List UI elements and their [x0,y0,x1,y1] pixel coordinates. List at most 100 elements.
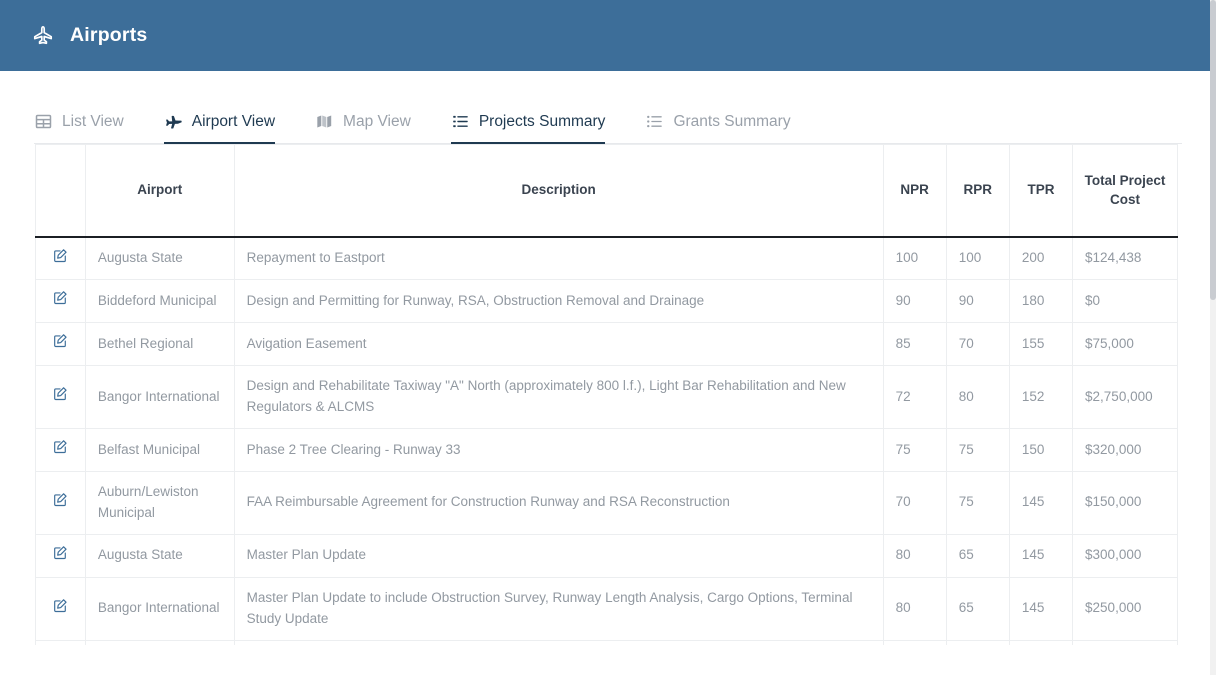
cell-airport: Auburn/Lewiston Municipal [84,471,235,535]
cell-npr: 100 [882,236,947,281]
table-row[interactable]: Augusta State Master Plan Update 80 65 145 $3… [35,534,1178,578]
page-scrollbar[interactable] [1210,0,1216,675]
column-header-rpr: RPR [945,144,1010,238]
table-row[interactable]: Bethel Regional Avigation Easement 85 70 155… [35,322,1178,367]
tab-bar-wrapper: List View Airport View Map View Projects… [0,71,1216,144]
cell-total-project-cost: $320,000 [1072,428,1178,473]
cell-tpr: 145 [1008,471,1074,535]
row-edit-cell[interactable] [35,279,86,324]
table-row[interactable]: Bangor International Master Plan Update t… [35,577,1178,641]
column-header-description: Description [233,144,884,238]
cell-airport: Biddeford Municipal [84,279,235,324]
cell-npr: 75 [882,428,947,473]
table-row[interactable]: Biddeford Municipal Design and Permitting… [35,279,1178,324]
tab-bar: List View Airport View Map View Projects… [34,71,1182,144]
cell-npr: 72 [882,365,947,430]
cell-airport: Augusta State [84,534,235,578]
cell-total-project-cost: $250,000 [1072,577,1178,641]
table-row[interactable]: Bethel RegionalRepayment to Eastport8060… [35,640,1178,645]
column-header-airport: Airport [84,144,235,238]
table-row[interactable]: Auburn/Lewiston Municipal FAA Reimbursabl… [35,471,1178,535]
edit-pencil-icon[interactable] [53,492,68,507]
cell-total-project-cost: $124,438 [1072,236,1178,281]
edit-pencil-icon[interactable] [53,290,68,305]
cell-rpr: 100 [945,236,1010,281]
tab-list-view[interactable]: List View [34,112,124,144]
cell-npr: 80 [882,534,947,578]
cell-total-project-cost: $2,750,000 [1072,365,1178,430]
cell-tpr: 200 [1008,236,1074,281]
scrollbar-thumb[interactable] [1210,0,1216,300]
column-header-tpr: TPR [1008,144,1074,238]
cell-total-project-cost: $75,000 [1072,322,1178,367]
tab-projects-summary[interactable]: Projects Summary [450,112,606,144]
cell-total-project-cost: $300,000 [1072,534,1178,578]
cell-description: Phase 2 Tree Clearing - Runway 33 [233,428,884,473]
tab-map-view[interactable]: Map View [315,112,411,144]
edit-pencil-icon[interactable] [53,545,68,560]
table-head: Airport Description NPR RPR TPR Total Pr… [35,144,1178,238]
table-row[interactable]: Belfast Municipal Phase 2 Tree Clearing -… [35,428,1178,473]
cell-rpr: 65 [945,534,1010,578]
edit-pencil-icon[interactable] [53,248,68,263]
cell-tpr: 180 [1008,279,1074,324]
cell-tpr: 152 [1008,365,1074,430]
folded-map-icon [315,112,334,131]
tab-label: Map View [343,112,411,130]
cell-airport: Bethel Regional [84,322,235,367]
cell-description: FAA Reimbursable Agreement for Construct… [233,471,884,535]
cell-tpr: 145 [1008,577,1074,641]
row-edit-cell[interactable] [35,236,86,281]
airplane-icon [164,112,183,131]
cell-description: Repayment to Eastport [233,640,884,645]
row-edit-cell[interactable] [35,322,86,367]
tab-label: Projects Summary [478,112,606,130]
table-row[interactable]: Bangor International Design and Rehabilit… [35,365,1178,430]
list-bars-icon [451,112,470,131]
table-body: Augusta State Repayment to Eastport 100 100… [35,236,1178,645]
row-edit-cell[interactable] [35,577,86,641]
edit-pencil-icon[interactable] [53,333,68,348]
tab-label: Airport View [191,112,276,130]
column-header-npr: NPR [882,144,947,238]
cell-description: Design and Rehabilitate Taxiway "A" Nort… [233,365,884,430]
edit-pencil-icon[interactable] [53,598,68,613]
cell-airport: Belfast Municipal [84,428,235,473]
cell-airport: Bangor International [84,577,235,641]
edit-pencil-icon[interactable] [53,439,68,454]
cell-total-project-cost: $0 [1072,279,1178,324]
cell-airport: Augusta State [84,236,235,281]
row-edit-cell[interactable] [35,640,86,645]
cell-total-project-cost: $68,268 [1072,640,1178,645]
projects-table-scroll[interactable]: Airport Description NPR RPR TPR Total Pr… [0,144,1216,645]
cell-description: Design and Permitting for Runway, RSA, O… [233,279,884,324]
row-edit-cell[interactable] [35,365,86,430]
tab-airport-view[interactable]: Airport View [163,112,276,144]
cell-rpr: 65 [945,577,1010,641]
cell-npr: 70 [882,471,947,535]
cell-description: Avigation Easement [233,322,884,367]
table-header-row: Airport Description NPR RPR TPR Total Pr… [35,144,1178,238]
cell-airport: Bangor International [84,365,235,430]
cell-rpr: 75 [945,471,1010,535]
cell-description: Repayment to Eastport [233,236,884,281]
cell-npr: 90 [882,279,947,324]
app-header: Airports [0,0,1216,71]
row-edit-cell[interactable] [35,534,86,578]
list-dots-icon [645,112,664,131]
tab-label: Grants Summary [673,112,791,130]
edit-pencil-icon[interactable] [53,386,68,401]
cell-description: Master Plan Update to include Obstructio… [233,577,884,641]
cell-description: Master Plan Update [233,534,884,578]
airplane-up-icon [30,23,56,49]
cell-rpr: 75 [945,428,1010,473]
cell-tpr: 155 [1008,322,1074,367]
cell-rpr: 80 [945,365,1010,430]
table-row[interactable]: Augusta State Repayment to Eastport 100 100… [35,236,1178,281]
cell-rpr: 70 [945,322,1010,367]
row-edit-cell[interactable] [35,471,86,535]
cell-npr: 80 [882,577,947,641]
row-edit-cell[interactable] [35,428,86,473]
cell-rpr: 60 [945,640,1010,645]
tab-grants-summary[interactable]: Grants Summary [645,112,791,144]
